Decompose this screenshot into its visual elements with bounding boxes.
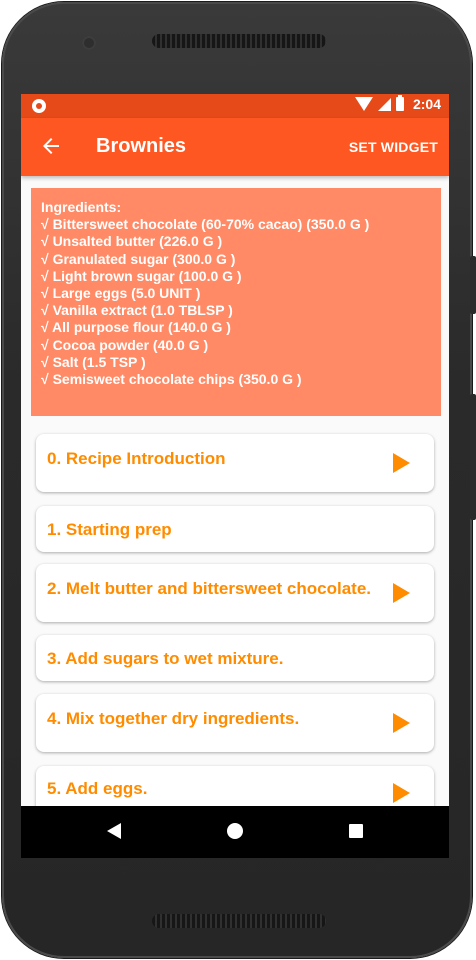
- step-card-5[interactable]: 5. Add eggs.: [36, 766, 434, 806]
- bottom-speaker-grille: [152, 914, 326, 928]
- navigation-bar: [21, 806, 449, 858]
- ingredient-item: √ Salt (1.5 TSP ): [41, 353, 146, 370]
- ingredient-item: √ Vanilla extract (1.0 TBLSP ): [41, 302, 233, 319]
- power-button[interactable]: [470, 394, 476, 520]
- step-label: 3. Add sugars to wet mixture.: [47, 649, 284, 668]
- step-card-0[interactable]: 0. Recipe Introduction: [36, 434, 434, 492]
- notification-icon: [32, 99, 46, 113]
- app-bar: Brownies SET WIDGET: [21, 118, 449, 176]
- recipe-content[interactable]: Ingredients: √ Bittersweet chocolate (60…: [21, 176, 449, 806]
- step-label: 1. Starting prep: [47, 520, 172, 539]
- play-icon[interactable]: [393, 783, 410, 803]
- step-card-1[interactable]: 1. Starting prep: [36, 506, 434, 552]
- ingredient-item: √ All purpose flour (140.0 G ): [41, 319, 231, 336]
- step-label: 4. Mix together dry ingredients.: [47, 709, 300, 728]
- set-widget-button[interactable]: SET WIDGET: [349, 139, 438, 155]
- ingredient-item: √ Cocoa powder (40.0 G ): [41, 336, 209, 353]
- ingredients-header: Ingredients:: [41, 199, 122, 215]
- ingredient-item: √ Unsalted butter (226.0 G ): [41, 233, 223, 250]
- step-label: 0. Recipe Introduction: [47, 449, 226, 468]
- front-camera: [82, 36, 96, 50]
- step-card-4[interactable]: 4. Mix together dry ingredients.: [36, 694, 434, 752]
- ingredient-item: √ Bittersweet chocolate (60-70% cacao) (…: [41, 216, 370, 233]
- ingredient-item: √ Large eggs (5.0 UNIT ): [41, 285, 201, 302]
- nav-home-icon[interactable]: [227, 823, 243, 839]
- volume-button[interactable]: [470, 256, 476, 314]
- step-label: 5. Add eggs.: [47, 779, 148, 798]
- screen: 2:04 Brownies SET WIDGET Ingredients: √ …: [21, 94, 449, 858]
- ingredients-panel: Ingredients: √ Bittersweet chocolate (60…: [31, 188, 441, 416]
- status-time: 2:04: [412, 96, 441, 112]
- nav-back-icon[interactable]: [107, 823, 121, 839]
- page-title: Brownies: [96, 135, 187, 157]
- play-icon[interactable]: [393, 453, 410, 473]
- wifi-icon: [354, 97, 373, 111]
- ingredient-item: √ Semisweet chocolate chips (350.0 G ): [41, 371, 302, 388]
- battery-icon: [395, 95, 404, 111]
- nav-recents-icon[interactable]: [349, 824, 363, 838]
- step-card-2[interactable]: 2. Melt butter and bittersweet chocolate…: [36, 564, 434, 622]
- play-icon[interactable]: [393, 713, 410, 733]
- ingredient-item: √ Light brown sugar (100.0 G ): [41, 267, 242, 284]
- step-label: 2. Melt butter and bittersweet chocolate…: [47, 579, 372, 598]
- step-card-3[interactable]: 3. Add sugars to wet mixture.: [36, 635, 434, 681]
- play-icon[interactable]: [393, 583, 410, 603]
- status-bar: 2:04: [21, 94, 449, 118]
- signal-icon: [377, 97, 391, 111]
- top-speaker-grille: [152, 34, 326, 48]
- arrow-left-icon[interactable]: [39, 134, 63, 158]
- ingredient-item: √ Granulated sugar (300.0 G ): [41, 250, 236, 267]
